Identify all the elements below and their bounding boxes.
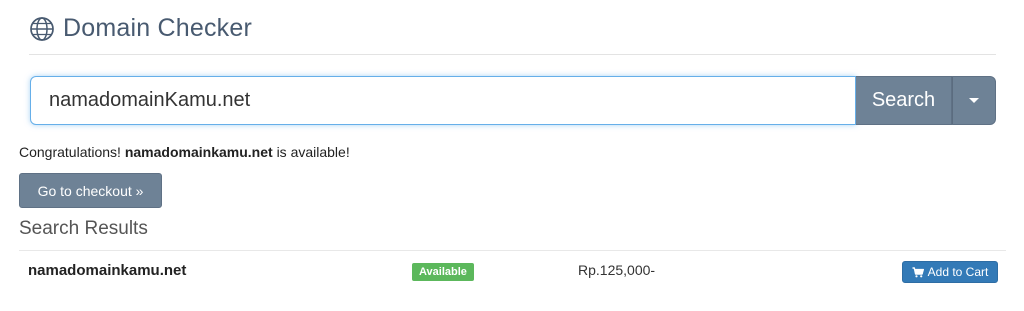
- add-to-cart-label: Add to Cart: [927, 265, 989, 279]
- message-domain: namadomainkamu.net: [124, 144, 273, 160]
- results-divider: [19, 250, 1006, 251]
- header-divider: [29, 54, 996, 55]
- status-badge: Available: [412, 263, 474, 281]
- page-title: Domain Checker: [63, 14, 252, 42]
- message-prefix: Congratulations!: [19, 144, 121, 160]
- domain-search-input[interactable]: [30, 76, 856, 125]
- cart-icon: [912, 266, 924, 278]
- message-suffix: is available!: [276, 144, 350, 160]
- globe-icon: [29, 16, 55, 42]
- availability-message: Congratulations! namadomainkamu.net is a…: [19, 144, 350, 160]
- add-to-cart-button[interactable]: Add to Cart: [902, 261, 998, 283]
- result-domain-name: namadomainkamu.net: [28, 262, 187, 279]
- search-results-heading: Search Results: [19, 218, 148, 239]
- search-button[interactable]: Search: [856, 76, 952, 125]
- result-row: namadomainkamu.net Available Rp.125,000-…: [0, 252, 1024, 292]
- page-header: Domain Checker: [29, 14, 252, 43]
- caret-down-icon: [969, 98, 979, 103]
- go-to-checkout-button[interactable]: Go to checkout »: [19, 173, 162, 208]
- search-options-dropdown-button[interactable]: [952, 76, 996, 125]
- domain-search-bar: Search: [30, 76, 996, 125]
- result-price: Rp.125,000-: [578, 262, 656, 278]
